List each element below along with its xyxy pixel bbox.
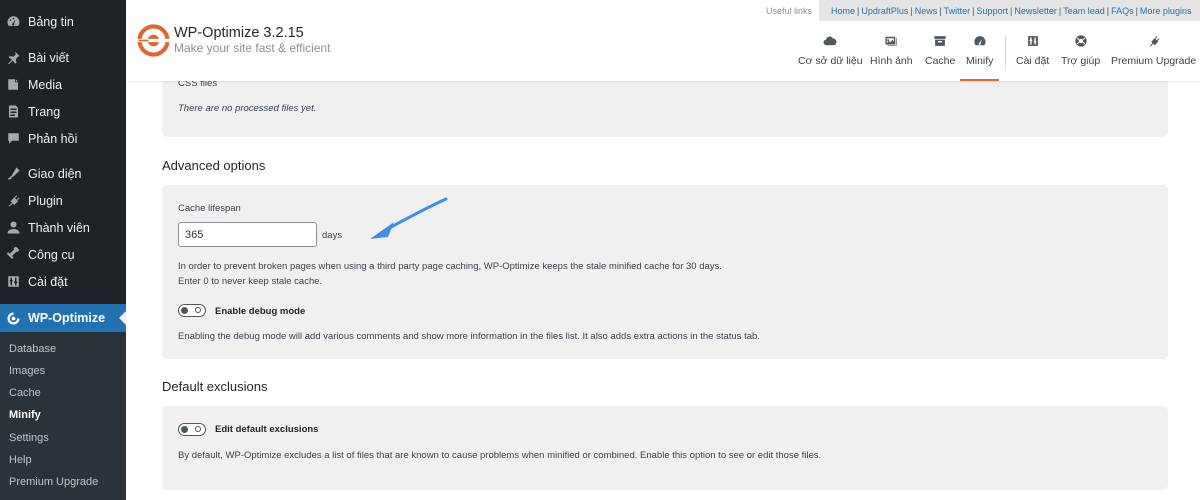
sidebar-item-plugins[interactable]: Plugin [0,187,126,214]
sidebar-item-settings[interactable]: Cài đặt [0,268,126,295]
submenu-item-help[interactable]: Help [9,454,32,466]
submenu-item-database[interactable]: Database [9,343,56,355]
sidebar-item-label: Bảng tin [28,14,74,29]
main-content: CSS files There are no processed files y… [126,69,1200,500]
sidebar-item-label: WP-Optimize [28,311,106,325]
link-twitter[interactable]: Twitter [944,6,971,16]
dashboard-gauge-icon [974,36,986,46]
link-team-lead[interactable]: Team lead [1063,6,1105,16]
plugin-icon [6,193,28,208]
tab-label: Cài đặt [1016,55,1050,67]
sidebar-item-label: Giao diện [28,166,82,181]
sidebar-item-label: Cài đặt [28,274,68,289]
sidebar-item-users[interactable]: Thành viên [0,214,126,241]
link-news[interactable]: News [915,6,938,16]
sidebar-item-posts[interactable]: Bài viết [0,44,126,71]
annotation-arrow-icon [370,197,448,239]
dashboard-icon [6,14,28,29]
sidebar-item-label: Plugin [28,193,63,208]
default-exclusions-heading: Default exclusions [162,379,268,394]
submenu-item-minify[interactable]: Minify [9,409,41,421]
css-files-empty-text: There are no processed files yet. [178,103,317,114]
page-icon [6,104,28,119]
sidebar-item-label: Phản hồi [28,131,78,146]
tab-database[interactable]: Cơ sở dữ liệu [798,34,863,81]
link-updraftplus[interactable]: UpdraftPlus [861,6,908,16]
default-exclusions-help: By default, WP-Optimize excludes a list … [178,450,822,461]
tab-premium-upgrade[interactable]: Premium Upgrade [1111,34,1196,81]
sliders-icon [1027,36,1038,46]
submenu-item-premium-upgrade[interactable]: Premium Upgrade [9,476,98,488]
sidebar-item-label: Thành viên [28,220,90,235]
sidebar-item-label: Bài viết [28,50,69,65]
useful-links-bar: Home | UpdraftPlus | News | Twitter | Suppor… [819,0,1200,21]
link-home[interactable]: Home [831,6,855,16]
cache-lifespan-label: Cache lifespan [178,203,241,214]
sidebar-item-label: Media [28,77,63,92]
debug-mode-help: Enabling the debug mode will add various… [178,331,760,342]
advanced-options-panel: Cache lifespan days In order to prevent … [162,185,1168,359]
link-more-plugins[interactable]: More plugins [1140,6,1192,16]
sidebar-item-tools[interactable]: Công cụ [0,241,126,268]
plugin-tagline: Make your site fast & efficient [174,41,331,55]
tab-settings[interactable]: Cài đặt [1016,34,1049,81]
archive-icon [934,36,946,46]
link-support[interactable]: Support [976,6,1008,16]
sidebar-item-pages[interactable]: Trang [0,98,126,125]
sidebar-item-comments[interactable]: Phản hồi [0,125,126,152]
wp-optimize-icon [6,311,28,326]
images-icon [885,36,897,46]
edit-exclusions-toggle[interactable] [178,423,206,436]
admin-sidebar: Bảng tin Bài viết Media Trang Phản hồi G… [0,0,126,500]
tab-label: Premium Upgrade [1111,55,1197,67]
pin-icon [6,50,28,65]
sidebar-item-dashboard[interactable]: Bảng tin [0,8,126,35]
plug-icon [1149,35,1160,47]
lifebuoy-icon [1074,35,1087,47]
sidebar-item-wp-optimize[interactable]: WP-Optimize [0,304,126,332]
tab-divider [1005,36,1006,70]
cache-lifespan-unit: days [322,230,343,241]
default-exclusions-panel: Edit default exclusions By default, WP-O… [162,406,1168,490]
sidebar-item-label: Công cụ [28,247,75,262]
link-newsletter[interactable]: Newsletter [1014,6,1057,16]
debug-mode-label: Enable debug mode [215,306,306,317]
cache-lifespan-input[interactable] [178,222,317,247]
cache-lifespan-help-line2: Enter 0 to never keep stale cache. [178,276,323,287]
tab-cache[interactable]: Cache [925,34,955,81]
wp-optimize-submenu: Database Images Cache Minify Settings He… [0,332,126,500]
comment-icon [6,131,28,146]
useful-links-label: Useful links [766,6,813,16]
debug-mode-toggle[interactable] [178,304,206,317]
cache-lifespan-help-line1: In order to prevent broken pages when us… [178,261,722,272]
tab-label: Hình ảnh [870,55,913,67]
plugin-title: WP-Optimize 3.2.15 [174,25,304,41]
submenu-item-settings[interactable]: Settings [9,432,49,444]
tab-label: Trợ giúp [1061,55,1101,67]
sidebar-item-media[interactable]: Media [0,71,126,98]
cloud-icon [823,36,837,46]
wp-optimize-logo-icon [137,24,170,57]
advanced-options-heading: Advanced options [162,158,266,173]
settings-icon [6,274,28,289]
tools-icon [6,247,28,262]
sidebar-item-appearance[interactable]: Giao diện [0,160,126,187]
tab-minify[interactable]: Minify [960,34,1000,81]
tab-label: Minify [966,55,994,67]
appearance-icon [6,166,28,181]
link-faqs[interactable]: FAQs [1111,6,1134,16]
submenu-item-images[interactable]: Images [9,365,45,377]
plugin-header: WP-Optimize 3.2.15 Make your site fast &… [126,0,1200,81]
tab-label: Cơ sở dữ liệu [798,55,863,67]
tab-label: Cache [925,55,956,67]
tab-help[interactable]: Trợ giúp [1061,34,1100,81]
edit-exclusions-label: Edit default exclusions [215,424,319,435]
tab-images[interactable]: Hình ảnh [870,34,913,81]
submenu-item-cache[interactable]: Cache [9,387,41,399]
sidebar-item-label: Trang [28,104,61,119]
media-icon [6,77,28,92]
users-icon [6,220,28,235]
